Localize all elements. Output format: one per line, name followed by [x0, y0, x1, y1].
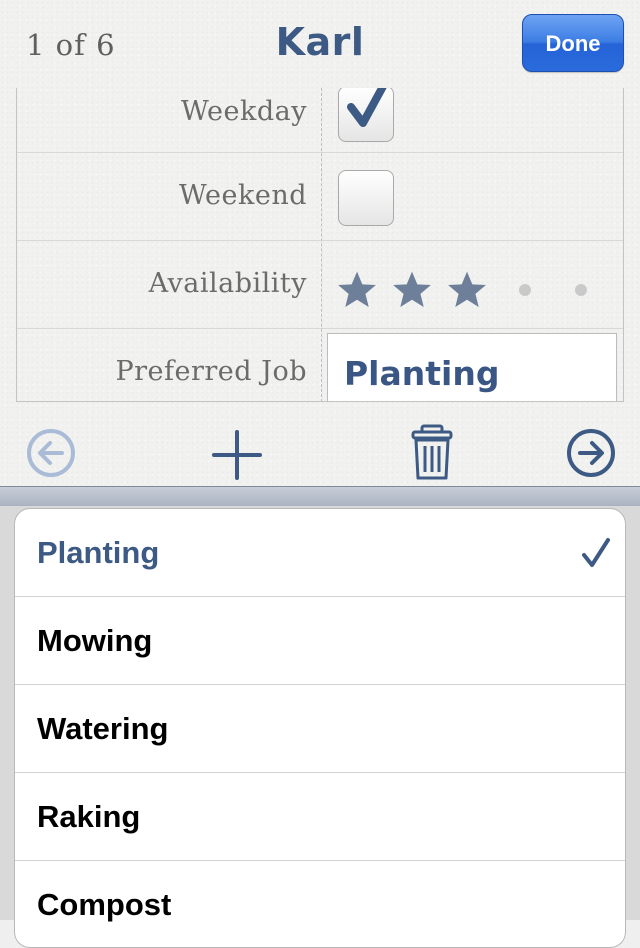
checkmark-icon [347, 88, 387, 127]
option-label: Mowing [37, 623, 153, 658]
weekend-checkbox[interactable] [338, 170, 394, 226]
record-form: Weekday Weekend Availability Preferred J… [16, 88, 624, 402]
forward-arrow-icon[interactable] [566, 428, 616, 478]
option-raking[interactable]: Raking [15, 773, 625, 861]
done-button[interactable]: Done [522, 14, 624, 72]
option-label: Compost [37, 887, 172, 922]
option-label: Planting [37, 535, 160, 570]
option-watering[interactable]: Watering [15, 685, 625, 773]
star-filled-icon[interactable] [335, 268, 379, 312]
weekday-checkbox[interactable] [338, 88, 394, 142]
row-label-weekend: Weekend [178, 180, 307, 211]
option-label: Watering [37, 711, 169, 746]
header-bar: 1 of 6 Karl Done [0, 0, 640, 88]
preferred-job-value: Planting [344, 354, 500, 393]
row-label-weekday: Weekday [180, 96, 307, 127]
row-label-preferred-job: Preferred Job [115, 356, 307, 387]
star-filled-icon[interactable] [445, 268, 489, 312]
option-compost[interactable]: Compost [15, 861, 625, 947]
job-picker: Planting Mowing Watering Raking Compost [0, 486, 640, 948]
back-arrow-icon[interactable] [26, 428, 76, 478]
option-planting[interactable]: Planting [15, 509, 625, 597]
trash-icon[interactable] [410, 424, 454, 482]
option-label: Raking [37, 799, 141, 834]
row-weekday: Weekday [17, 88, 623, 153]
row-label-availability: Availability [148, 268, 307, 299]
preferred-job-field[interactable]: Planting [327, 333, 617, 401]
plus-icon[interactable] [210, 428, 264, 482]
option-mowing[interactable]: Mowing [15, 597, 625, 685]
row-availability: Availability [17, 240, 623, 329]
star-empty-dot[interactable] [575, 284, 587, 296]
job-option-list: Planting Mowing Watering Raking Compost [14, 508, 626, 948]
star-filled-icon[interactable] [390, 268, 434, 312]
star-empty-dot[interactable] [519, 284, 531, 296]
selected-checkmark-icon [582, 538, 610, 567]
picker-header-bar [0, 486, 640, 506]
row-weekend: Weekend [17, 152, 623, 241]
